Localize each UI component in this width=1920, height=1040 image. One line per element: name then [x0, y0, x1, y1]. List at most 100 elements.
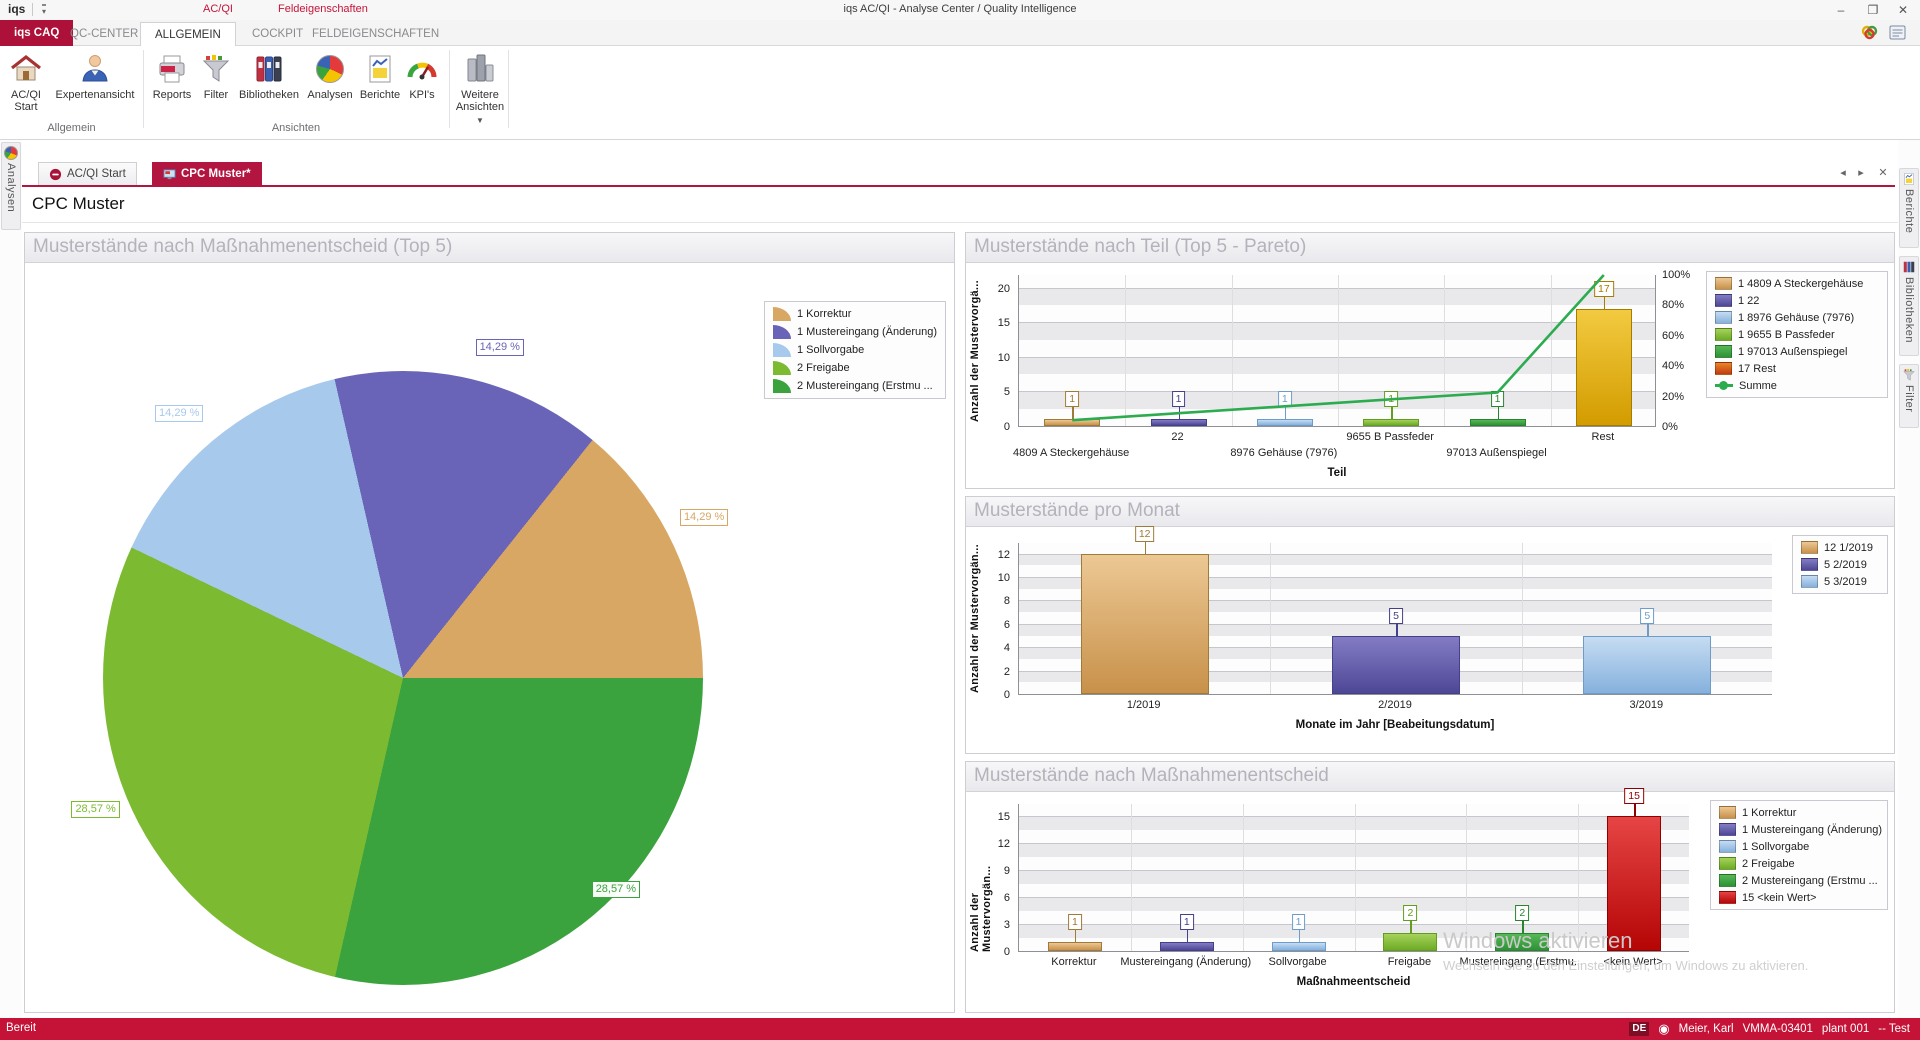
ribbon-tab-qc-center[interactable]: QC-CENTER — [56, 22, 152, 46]
value-stem — [1634, 804, 1636, 816]
chart-legend: 1 4809 A Steckergehäuse1 221 8976 Gehäus… — [1706, 271, 1888, 398]
gridline-vertical — [1522, 543, 1523, 694]
ribbon-button-analysen[interactable]: Analysen — [304, 52, 356, 101]
pie-chart: 14,29 %14,29 %28,57 %28,57 %14,29 %1 Kor… — [25, 263, 954, 1012]
value-label: 1 — [1180, 914, 1194, 930]
ribbon-button-weitere-ansichten[interactable]: Weitere Ansichten ▼ — [454, 52, 506, 125]
tab-scroll-right-icon[interactable]: ▸ — [1854, 166, 1868, 179]
sidebar-item-bibliotheken[interactable]: Bibliotheken — [1899, 256, 1919, 356]
value-stem — [1187, 930, 1189, 942]
close-button[interactable]: ✕ — [1888, 0, 1918, 20]
windows-watermark-line2: Wechseln Sie zu den Einstellungen, um Wi… — [1443, 958, 1903, 973]
gridline-vertical — [1270, 543, 1271, 694]
bar[interactable] — [1332, 636, 1460, 694]
right-tick-label: 40% — [1662, 360, 1684, 372]
gridline-vertical — [1243, 804, 1244, 951]
ribbon-button-expertenansicht[interactable]: Expertenansicht — [50, 52, 140, 101]
bar[interactable] — [1383, 933, 1437, 951]
value-label: 2 — [1515, 905, 1529, 921]
legend-item: 2 Freigabe — [1719, 857, 1879, 870]
bar[interactable] — [1048, 942, 1102, 951]
value-stem — [1299, 930, 1301, 942]
pie-percent-label: 28,57 % — [592, 881, 640, 898]
legend-item: 1 Sollvorgabe — [1719, 840, 1879, 853]
x-tick-label: 8976 Gehäuse (7976) — [1230, 447, 1337, 459]
ribbon-button-berichte[interactable]: Berichte — [356, 52, 404, 101]
ribbon-tab-allgemein[interactable]: ALLGEMEIN — [140, 22, 236, 46]
y-axis-title: Anzahl der Mustervorgän... — [969, 543, 981, 695]
legend-swatch — [773, 307, 791, 321]
bar[interactable] — [1160, 942, 1214, 951]
decision-chart: 111221503691215KorrekturMustereingang (Ä… — [966, 792, 1894, 1012]
panel-month-title: Musterstände pro Monat — [966, 497, 1894, 527]
list-icon[interactable] — [1889, 25, 1906, 40]
minimize-button[interactable]: – — [1826, 0, 1856, 20]
ribbon-tab-feldeigenschaften[interactable]: FELDEIGENSCHAFTEN — [298, 22, 453, 46]
x-tick-label: 9655 B Passfeder — [1346, 431, 1433, 443]
doc-tab-acqi-start[interactable]: AC/QI Start — [38, 162, 137, 185]
legend-item: 5 3/2019 — [1801, 575, 1879, 588]
page-title: CPC Muster — [32, 194, 125, 214]
sidebar-item-analysen[interactable]: Analysen — [1, 142, 21, 230]
bar[interactable] — [1583, 636, 1711, 694]
month-chart: 12550246810121/20192/20193/2019Monate im… — [966, 527, 1894, 753]
legend-item: 1 8976 Gehäuse (7976) — [1715, 311, 1879, 324]
y-axis-title: Anzahl der Mustervorgän... — [969, 804, 993, 952]
tab-scroll-left-icon[interactable]: ◂ — [1836, 166, 1850, 179]
legend-label: 15 <kein Wert> — [1742, 892, 1816, 904]
x-axis-title: Monate im Jahr [Beabeitungsdatum] — [1018, 719, 1772, 731]
chart-legend: 1 Korrektur1 Mustereingang (Änderung)1 S… — [764, 301, 946, 399]
value-label: 12 — [1135, 526, 1155, 542]
binders-icon — [1902, 260, 1916, 274]
pie-chart-icon — [313, 52, 347, 86]
legend-swatch — [773, 325, 791, 339]
binders-icon — [252, 52, 286, 86]
group-label-allgemein: Allgemein — [0, 122, 143, 134]
legend-label: 1 Mustereingang (Änderung) — [797, 326, 937, 338]
acqi-start-tab-icon — [49, 168, 62, 181]
ribbon-button-acqi-start[interactable]: AC/QI Start — [4, 52, 48, 113]
ribbon-button-bibliotheken[interactable]: Bibliotheken — [234, 52, 304, 101]
tab-close-icon[interactable]: ✕ — [1876, 166, 1890, 179]
bar[interactable] — [1081, 554, 1209, 694]
funnel-icon — [1902, 368, 1916, 382]
plot-area: 1111117 — [1018, 275, 1656, 427]
group-separator — [508, 50, 509, 128]
left-rail: Analysen — [0, 140, 22, 1018]
ribbon-button-filter[interactable]: Filter — [198, 52, 234, 101]
person-icon — [78, 52, 112, 86]
legend-item: 1 Sollvorgabe — [773, 343, 937, 357]
ribbon-button-reports[interactable]: Reports — [148, 52, 196, 101]
legend-label: 5 3/2019 — [1824, 576, 1867, 588]
value-label: 15 — [1624, 788, 1644, 804]
right-tick-label: 100% — [1662, 269, 1690, 281]
status-device: VMMA-03401 — [1743, 1023, 1813, 1035]
plot-area: 1255 — [1018, 543, 1772, 695]
target-icon[interactable]: ◉ — [1658, 1021, 1669, 1037]
doc-tab-cpc-muster[interactable]: CPC Muster* — [152, 162, 262, 185]
legend-item: 17 Rest — [1715, 362, 1879, 375]
legend-label: 5 2/2019 — [1824, 559, 1867, 571]
ribbon-button-kpis[interactable]: KPI's — [404, 52, 440, 101]
rings-icon[interactable] — [1861, 25, 1878, 40]
value-stem — [1075, 930, 1077, 942]
status-user: Meier, Karl — [1679, 1023, 1734, 1035]
bar[interactable] — [1272, 942, 1326, 951]
pie-chart-icon — [4, 146, 18, 160]
sidebar-item-filter[interactable]: Filter — [1899, 364, 1919, 428]
x-axis-title: Maßnahmeentscheid — [1018, 976, 1689, 988]
legend-label: 2 Mustereingang (Erstmu ... — [1742, 875, 1878, 887]
restore-button[interactable]: ❐ — [1858, 0, 1888, 20]
sidebar-item-berichte[interactable]: Berichte — [1899, 168, 1919, 248]
title-bar: iqs ▾ AC/QI Feldeigenschaften iqs AC/QI … — [0, 0, 1920, 20]
panel-pareto: Musterstände nach Teil (Top 5 - Pareto) … — [965, 232, 1895, 489]
panel-decision-title: Musterstände nach Maßnahmenentscheid — [966, 762, 1894, 792]
legend-item: 1 Mustereingang (Änderung) — [1719, 823, 1879, 836]
legend-swatch — [1719, 806, 1736, 819]
report-chart-icon — [1902, 172, 1916, 186]
language-badge[interactable]: DE — [1629, 1022, 1649, 1036]
value-stem — [1410, 921, 1412, 933]
legend-swatch — [1719, 840, 1736, 853]
gridline-vertical — [1355, 804, 1356, 951]
panel-decision: Musterstände nach Maßnahmenentscheid 111… — [965, 761, 1895, 1013]
